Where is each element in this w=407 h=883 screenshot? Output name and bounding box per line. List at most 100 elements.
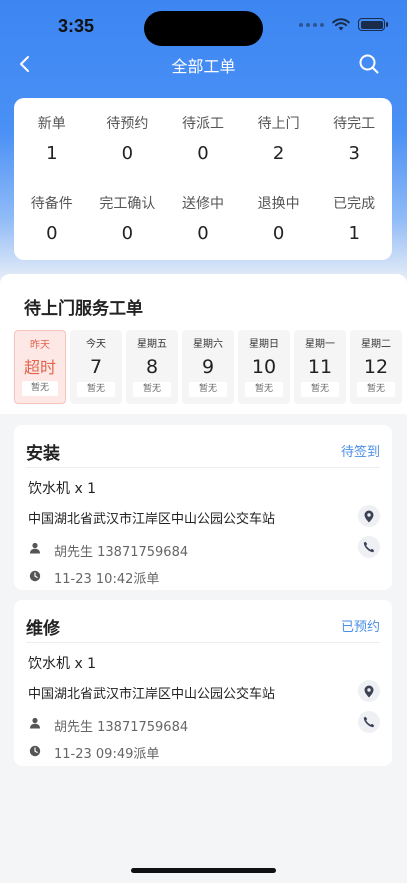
- summary-count: 3: [348, 143, 360, 164]
- summary-count: 0: [121, 143, 134, 164]
- day-badge: 暂无: [77, 382, 115, 397]
- summary-label: 退换中: [257, 196, 300, 212]
- summary-count: 0: [46, 223, 58, 244]
- order-contact: 胡先生 13871759684: [54, 720, 189, 735]
- day-name: 星期日: [249, 339, 279, 350]
- order-card[interactable]: 安装 待签到 饮水机 x 1 中国湖北省武汉市江岸区中山公园公交车站 胡先生 1…: [14, 425, 392, 590]
- summary-count: 0: [197, 223, 209, 244]
- summary-label: 送修中: [181, 196, 224, 212]
- summary-item-in-return[interactable]: 退换中 0: [241, 194, 317, 245]
- status-icons: [299, 18, 388, 31]
- summary-item-completed[interactable]: 已完成 1: [316, 194, 392, 245]
- call-button[interactable]: [358, 711, 380, 733]
- location-button[interactable]: [358, 505, 380, 527]
- summary-count: 0: [197, 143, 209, 164]
- day-tab-friday[interactable]: 星期五 8 暂无: [126, 330, 178, 404]
- person-icon: [30, 717, 40, 729]
- summary-label: 已完成: [333, 196, 376, 212]
- location-pin-icon: [364, 510, 374, 522]
- summary-count: 1: [348, 223, 360, 244]
- summary-row: 待备件 0 完工确认 0 送修中 0 退换中 0 已完成 1: [14, 194, 392, 245]
- order-summary-card: 新单 1 待预约 0 待派工 0 待上门 2 待完工 3 待备件 0 完工确认 …: [14, 98, 392, 260]
- wifi-icon: [332, 18, 350, 31]
- day-tab-today[interactable]: 今天 7 暂无: [70, 330, 122, 404]
- order-status[interactable]: 待签到: [341, 441, 380, 460]
- location-button[interactable]: [358, 680, 380, 702]
- order-status[interactable]: 已预约: [341, 616, 380, 635]
- day-badge: 暂无: [22, 381, 58, 396]
- day-name: 星期一: [305, 339, 335, 350]
- person-icon: [30, 542, 40, 554]
- day-badge: 暂无: [189, 382, 227, 397]
- battery-icon: [358, 18, 388, 31]
- order-contact: 胡先生 13871759684: [54, 545, 189, 560]
- day-number: 11: [307, 356, 333, 378]
- summary-item-pending-dispatch[interactable]: 待派工 0: [165, 114, 241, 165]
- order-address: 中国湖北省武汉市江岸区中山公园公交车站: [28, 687, 276, 702]
- order-time: 11-23 09:49派单: [54, 747, 160, 762]
- order-type: 安装: [26, 444, 60, 464]
- order-type: 维修: [26, 619, 60, 639]
- order-product: 饮水机 x 1: [28, 481, 97, 497]
- day-tab-yesterday[interactable]: 昨天 超时 暂无: [14, 330, 66, 404]
- summary-label: 待派工: [181, 116, 224, 132]
- phone-icon: [363, 541, 375, 553]
- summary-count: 0: [272, 223, 285, 244]
- day-badge: 暂无: [245, 382, 283, 397]
- order-card[interactable]: 维修 已预约 饮水机 x 1 中国湖北省武汉市江岸区中山公园公交车站 胡先生 1…: [14, 600, 392, 766]
- order-address: 中国湖北省武汉市江岸区中山公园公交车站: [28, 512, 276, 527]
- day-tab-saturday[interactable]: 星期六 9 暂无: [182, 330, 234, 404]
- dynamic-island: [144, 11, 263, 46]
- summary-row: 新单 1 待预约 0 待派工 0 待上门 2 待完工 3: [14, 114, 392, 165]
- summary-item-in-repair[interactable]: 送修中 0: [165, 194, 241, 245]
- summary-count: 0: [121, 223, 134, 244]
- summary-label: 待备件: [30, 196, 73, 212]
- summary-item-completion-confirm[interactable]: 完工确认 0: [90, 194, 166, 245]
- day-number: 12: [363, 356, 389, 378]
- day-number: 8: [145, 356, 159, 378]
- day-name: 星期五: [137, 339, 167, 350]
- call-button[interactable]: [358, 536, 380, 558]
- day-number: 9: [201, 356, 215, 378]
- day-name: 星期二: [361, 339, 391, 350]
- summary-item-pending-completion[interactable]: 待完工 3: [316, 114, 392, 165]
- summary-item-pending-visit[interactable]: 待上门 2: [241, 114, 317, 165]
- day-tab-tuesday[interactable]: 星期二 12 暂无: [350, 330, 402, 404]
- phone-icon: [363, 716, 375, 728]
- home-indicator[interactable]: [131, 868, 276, 873]
- summary-item-pending-appointment[interactable]: 待预约 0: [90, 114, 166, 165]
- summary-item-new[interactable]: 新单 1: [14, 114, 90, 165]
- nav-bar: 全部工单: [0, 44, 407, 84]
- search-button[interactable]: [355, 50, 383, 78]
- day-badge: 暂无: [133, 382, 171, 397]
- clock-icon: [29, 745, 41, 757]
- section-title: 待上门服务工单: [24, 299, 143, 319]
- divider: [26, 642, 380, 643]
- day-badge: 暂无: [301, 382, 339, 397]
- order-product: 饮水机 x 1: [28, 656, 97, 672]
- day-tab-sunday[interactable]: 星期日 10 暂无: [238, 330, 290, 404]
- day-name: 星期六: [193, 339, 223, 350]
- day-tab-monday[interactable]: 星期一 11 暂无: [294, 330, 346, 404]
- location-pin-icon: [364, 685, 374, 697]
- summary-label: 待预约: [106, 116, 149, 132]
- day-number: 7: [89, 356, 103, 378]
- day-number: 10: [251, 356, 277, 378]
- summary-count: 2: [272, 143, 285, 164]
- day-name: 今天: [86, 339, 106, 350]
- summary-label: 待上门: [257, 116, 300, 132]
- signal-icon: [299, 22, 324, 27]
- summary-label: 完工确认: [99, 196, 156, 212]
- summary-label: 待完工: [333, 116, 376, 132]
- summary-label: 新单: [37, 116, 66, 132]
- summary-item-pending-parts[interactable]: 待备件 0: [14, 194, 90, 245]
- status-time: 3:35: [58, 16, 95, 36]
- order-time: 11-23 10:42派单: [54, 572, 160, 587]
- clock-icon: [29, 570, 41, 582]
- day-number: 超时: [23, 358, 56, 377]
- day-badge: 暂无: [357, 382, 395, 397]
- page-title: 全部工单: [171, 57, 236, 76]
- day-name: 昨天: [30, 340, 50, 351]
- pending-visit-panel: 待上门服务工单 昨天 超时 暂无 今天 7 暂无 星期五 8 暂无 星期六 9 …: [0, 274, 407, 414]
- divider: [26, 467, 380, 468]
